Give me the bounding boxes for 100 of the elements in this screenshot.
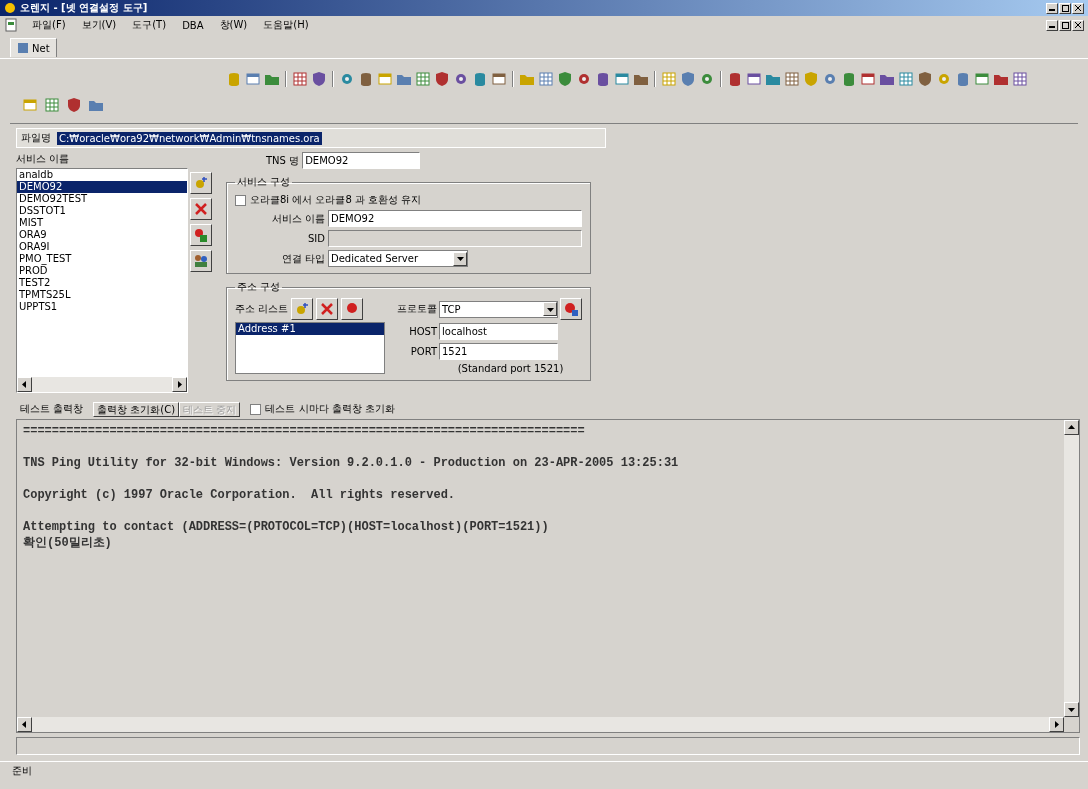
tns-name-field[interactable]: DEMO92: [302, 152, 421, 169]
close-button[interactable]: [1072, 2, 1084, 14]
address-list[interactable]: Address #1: [235, 322, 385, 374]
field-label: TNS 명: [266, 153, 300, 168]
field-label: SID: [307, 233, 325, 244]
field-label: 주소 리스트: [235, 302, 289, 316]
add-icon: [193, 175, 209, 191]
field-label: 서비스 이름: [270, 211, 325, 226]
scroll-right-button[interactable]: [1049, 717, 1064, 732]
scroll-left-button[interactable]: [17, 717, 32, 732]
port-hint: (Standard port 1521): [456, 363, 565, 374]
close-icon: [1075, 22, 1081, 28]
database-icon[interactable]: [955, 71, 971, 87]
list-item[interactable]: DSSTOT1: [17, 205, 187, 217]
menu-item[interactable]: 도구(T): [130, 17, 169, 33]
scroll-up-button[interactable]: [1064, 420, 1079, 435]
grid-icon[interactable]: [292, 71, 308, 87]
output-line: Attempting to contact (ADDRESS=(PROTOCOL=TCP)(HOST=localhost)(PORT=1521)): [23, 519, 550, 535]
shield-icon[interactable]: [434, 71, 450, 87]
add-button[interactable]: [190, 172, 212, 194]
cross-icon: [193, 201, 209, 217]
window-icon[interactable]: [746, 71, 762, 87]
checkbox-label: 테스트 시마다 출력창 초기화: [265, 402, 395, 416]
list-item[interactable]: TPMTS25L: [17, 289, 187, 301]
list-item[interactable]: TEST2: [17, 277, 187, 289]
field-label: 프로토콜: [396, 302, 437, 316]
database-icon[interactable]: [841, 71, 857, 87]
minimize-button[interactable]: [1046, 2, 1058, 14]
arrow-icon: [21, 721, 28, 728]
list-item[interactable]: Address #1: [236, 323, 384, 335]
maximize-button[interactable]: [1059, 2, 1071, 14]
menu-item[interactable]: 파일(F): [30, 17, 68, 33]
menu-item[interactable]: 도움말(H): [261, 17, 311, 33]
list-item[interactable]: PROD: [17, 265, 187, 277]
connection-type-dropdown[interactable]: Dedicated Server: [328, 250, 468, 267]
arrow-icon: [21, 381, 28, 388]
list-item[interactable]: ORA9I: [17, 241, 187, 253]
tab[interactable]: Net: [10, 38, 57, 57]
grid-icon[interactable]: [1012, 71, 1028, 87]
grid-icon[interactable]: [898, 71, 914, 87]
delete-button[interactable]: [316, 298, 339, 320]
host-field[interactable]: localhost: [439, 323, 558, 340]
database-icon[interactable]: [472, 71, 488, 87]
grid-icon[interactable]: [538, 71, 554, 87]
field-label: 파일명: [21, 131, 51, 145]
app-icon: [4, 2, 16, 14]
arrow-icon: [1053, 721, 1060, 728]
add-button[interactable]: [291, 298, 314, 320]
delete-button[interactable]: [190, 198, 212, 220]
list-item[interactable]: DEMO92: [17, 181, 187, 193]
database-icon[interactable]: [727, 71, 743, 87]
shield-icon[interactable]: [557, 71, 573, 87]
scroll-right-button[interactable]: [172, 377, 187, 392]
service-name-field[interactable]: DEMO92: [328, 210, 582, 227]
maximize-icon: [1061, 21, 1069, 29]
close-icon: [1075, 5, 1081, 11]
database-icon[interactable]: [358, 71, 374, 87]
clear-output-button[interactable]: 출력창 초기화(C): [93, 401, 180, 417]
list-item[interactable]: MIST: [17, 217, 187, 229]
scroll-down-button[interactable]: [1064, 702, 1079, 717]
list-item[interactable]: PMO_TEST: [17, 253, 187, 265]
port-field[interactable]: 1521: [439, 343, 558, 360]
menu-item[interactable]: DBA: [180, 18, 206, 32]
cross-icon: [319, 301, 336, 317]
shapes-icon[interactable]: [190, 224, 212, 246]
list-item[interactable]: ORA9: [17, 229, 187, 241]
menu-item[interactable]: 창(W): [217, 17, 250, 33]
shield-icon[interactable]: [311, 71, 327, 87]
checkbox-label: 오라클8i 에서 오라클8 과 호환성 유지: [250, 193, 422, 207]
window-icon[interactable]: [860, 71, 876, 87]
close-button[interactable]: [1072, 19, 1084, 31]
protocol-dropdown[interactable]: TCP: [439, 300, 558, 318]
window-icon[interactable]: [614, 71, 630, 87]
record-button[interactable]: [341, 298, 364, 320]
menu-item[interactable]: 보기(V): [79, 17, 119, 33]
list-item[interactable]: UPPTS1: [17, 301, 187, 313]
list-item[interactable]: DEMO92TEST: [17, 193, 187, 205]
grid-icon[interactable]: [784, 71, 800, 87]
checkbox[interactable]: [250, 403, 262, 415]
maximize-button[interactable]: [1059, 19, 1071, 31]
list-item[interactable]: analdb: [17, 169, 187, 181]
database-icon[interactable]: [595, 71, 611, 87]
window-icon[interactable]: [491, 71, 507, 87]
file-path-field[interactable]: C:₩oracle₩ora92₩network₩Admin₩tnsnames.ora: [57, 131, 322, 145]
scroll-left-button[interactable]: [17, 377, 32, 392]
service-list[interactable]: analdb DEMO92 DEMO92TEST DSSTOT1 MIST ORA9 ORA9I PMO_TEST PROD TEST2 TPMTS25L UPPTS1: [16, 168, 188, 393]
shield-icon[interactable]: [680, 71, 696, 87]
field-label: 서비스 이름: [16, 153, 70, 164]
users-icon[interactable]: [190, 250, 212, 272]
shield-icon[interactable]: [917, 71, 933, 87]
window-icon[interactable]: [245, 71, 261, 87]
checkbox[interactable]: [235, 194, 246, 206]
shapes-icon[interactable]: [560, 298, 582, 320]
window-icon[interactable]: [974, 71, 990, 87]
field-label: 연결 타입: [280, 251, 325, 266]
document-icon[interactable]: [4, 18, 18, 32]
grid-icon[interactable]: [44, 97, 60, 113]
minimize-button[interactable]: [1046, 19, 1058, 31]
grid-icon[interactable]: [415, 71, 431, 87]
shield-icon[interactable]: [66, 97, 82, 113]
